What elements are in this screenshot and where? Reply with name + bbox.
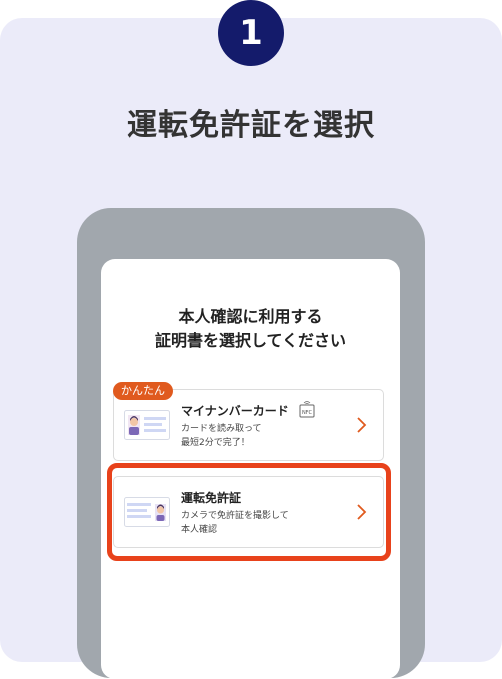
option-mynumber-desc-line1: カードを読み取って bbox=[181, 424, 262, 434]
option-mynumber-description: カードを読み取って 最短2分で完了！ bbox=[181, 422, 262, 450]
easy-badge: かんたん bbox=[113, 382, 173, 400]
screen-title-line1: 本人確認に利用する bbox=[178, 307, 323, 326]
mynumber-card-thumbnail-icon bbox=[124, 410, 170, 440]
nfc-icon: NFC bbox=[299, 401, 315, 418]
screen-title-line2: 証明書を選択してください bbox=[154, 331, 347, 350]
svg-text:NFC: NFC bbox=[302, 410, 313, 416]
chevron-right-icon bbox=[357, 417, 367, 433]
option-mynumber-desc-line2: 最短2分で完了！ bbox=[181, 438, 250, 448]
selection-highlight-frame bbox=[107, 463, 391, 561]
screen-title: 本人確認に利用する 証明書を選択してください bbox=[101, 305, 400, 353]
step-number-badge: 1 bbox=[218, 0, 284, 66]
step-number: 1 bbox=[239, 13, 263, 53]
step-heading: 運転免許証を選択 bbox=[127, 108, 375, 143]
option-mynumber-title: マイナンバーカード bbox=[181, 404, 289, 418]
